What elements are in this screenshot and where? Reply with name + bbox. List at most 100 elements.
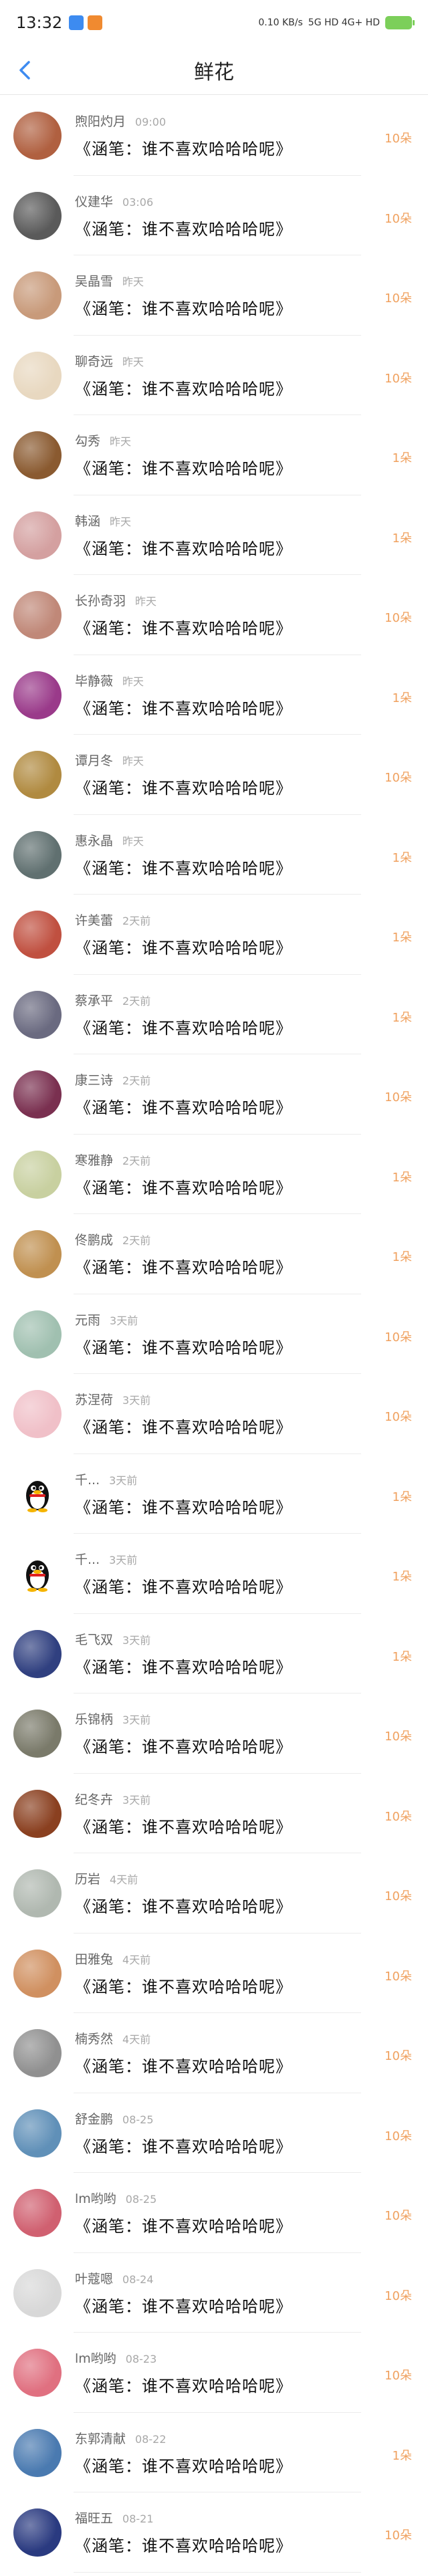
list-item[interactable]: 许美蕾 2天前 《涵笔：谁不喜欢哈哈哈呢》 1朵: [0, 895, 428, 975]
avatar[interactable]: [13, 511, 62, 560]
sender-name[interactable]: 千...: [75, 1470, 100, 1488]
sender-name[interactable]: 蔡承平: [75, 991, 113, 1009]
list-item[interactable]: lm哟哟 08-23 《涵笔：谁不喜欢哈哈哈呢》 10朵: [0, 2333, 428, 2413]
list-item[interactable]: 吴晶雪 昨天 《涵笔：谁不喜欢哈哈哈呢》 10朵: [0, 255, 428, 336]
gift-message[interactable]: 《涵笔：谁不喜欢哈哈哈呢》: [75, 1015, 292, 1038]
sender-name[interactable]: 长孙奇羽: [75, 591, 126, 609]
gift-message[interactable]: 《涵笔：谁不喜欢哈哈哈呢》: [75, 2533, 292, 2556]
avatar[interactable]: [13, 1230, 62, 1278]
sender-name[interactable]: 许美蕾: [75, 911, 113, 929]
list-item[interactable]: 毕静薇 昨天 《涵笔：谁不喜欢哈哈哈呢》 1朵: [0, 655, 428, 735]
sender-name[interactable]: 惠永晶: [75, 831, 113, 849]
sender-name[interactable]: 谭月冬: [75, 751, 113, 769]
list-item[interactable]: 千... 3天前 《涵笔：谁不喜欢哈哈哈呢》 1朵: [0, 1534, 428, 1614]
sender-name[interactable]: 乐锦柄: [75, 1710, 113, 1728]
avatar[interactable]: [13, 1310, 62, 1359]
list-item[interactable]: 舒金鹏 08-25 《涵笔：谁不喜欢哈哈哈呢》 10朵: [0, 2093, 428, 2174]
sender-name[interactable]: 舒金鹏: [75, 2109, 113, 2127]
avatar[interactable]: [13, 2109, 62, 2157]
avatar[interactable]: [13, 2268, 62, 2317]
list-item[interactable]: 福旺五 08-21 《涵笔：谁不喜欢哈哈哈呢》 10朵: [0, 2492, 428, 2573]
gift-message[interactable]: 《涵笔：谁不喜欢哈哈哈呢》: [75, 216, 292, 239]
gift-message[interactable]: 《涵笔：谁不喜欢哈哈哈呢》: [75, 536, 292, 559]
avatar[interactable]: [13, 1869, 62, 1917]
list-item[interactable]: 佟鹏成 2天前 《涵笔：谁不喜欢哈哈哈呢》 1朵: [0, 1214, 428, 1294]
list-item[interactable]: 元雨 3天前 《涵笔：谁不喜欢哈哈哈呢》 10朵: [0, 1294, 428, 1375]
avatar[interactable]: [13, 830, 62, 879]
sender-name[interactable]: 聊奇远: [75, 352, 113, 370]
gift-message[interactable]: 《涵笔：谁不喜欢哈哈哈呢》: [75, 935, 292, 958]
gift-message[interactable]: 《涵笔：谁不喜欢哈哈哈呢》: [75, 136, 292, 159]
gift-message[interactable]: 《涵笔：谁不喜欢哈哈哈呢》: [75, 1734, 292, 1757]
gift-message[interactable]: 《涵笔：谁不喜欢哈哈哈呢》: [75, 1175, 292, 1198]
avatar[interactable]: [13, 1070, 62, 1119]
gift-message[interactable]: 《涵笔：谁不喜欢哈哈哈呢》: [75, 1254, 292, 1278]
list-item[interactable]: 历岩 4天前 《涵笔：谁不喜欢哈哈哈呢》 10朵: [0, 1853, 428, 1934]
avatar[interactable]: [13, 751, 62, 799]
list-item[interactable]: 聊奇远 昨天 《涵笔：谁不喜欢哈哈哈呢》 10朵: [0, 336, 428, 416]
back-button[interactable]: [9, 55, 40, 86]
list-item[interactable]: 毛飞双 3天前 《涵笔：谁不喜欢哈哈哈呢》 1朵: [0, 1614, 428, 1694]
sender-name[interactable]: 佟鹏成: [75, 1230, 113, 1248]
sender-name[interactable]: 楠秀然: [75, 2029, 113, 2047]
gift-message[interactable]: 《涵笔：谁不喜欢哈哈哈呢》: [75, 296, 292, 319]
gift-message[interactable]: 《涵笔：谁不喜欢哈哈哈呢》: [75, 1814, 292, 1837]
sender-name[interactable]: 毛飞双: [75, 1630, 113, 1648]
sender-name[interactable]: 吴晶雪: [75, 271, 113, 289]
avatar[interactable]: [13, 591, 62, 639]
avatar[interactable]: [13, 2029, 62, 2077]
gift-message[interactable]: 《涵笔：谁不喜欢哈哈哈呢》: [75, 2053, 292, 2077]
gift-message[interactable]: 《涵笔：谁不喜欢哈哈哈呢》: [75, 2293, 292, 2317]
avatar[interactable]: [13, 911, 62, 959]
avatar[interactable]: [13, 1949, 62, 1998]
sender-name[interactable]: 东郭清献: [75, 2429, 126, 2447]
list-item[interactable]: 楠秀然 4天前 《涵笔：谁不喜欢哈哈哈呢》 10朵: [0, 2013, 428, 2093]
avatar[interactable]: [13, 1390, 62, 1438]
gift-message[interactable]: 《涵笔：谁不喜欢哈哈哈呢》: [75, 1094, 292, 1118]
gift-message[interactable]: 《涵笔：谁不喜欢哈哈哈呢》: [75, 2213, 292, 2236]
avatar[interactable]: [13, 1550, 62, 1598]
avatar[interactable]: [13, 990, 62, 1039]
list-item[interactable]: 纪冬卉 3天前 《涵笔：谁不喜欢哈哈哈呢》 10朵: [0, 1774, 428, 1854]
sender-name[interactable]: 勾秀: [75, 431, 100, 449]
sender-name[interactable]: 叶蔻嗯: [75, 2269, 113, 2287]
list-item[interactable]: 蔡承平 2天前 《涵笔：谁不喜欢哈哈哈呢》 1朵: [0, 975, 428, 1055]
gift-message[interactable]: 《涵笔：谁不喜欢哈哈哈呢》: [75, 2453, 292, 2476]
avatar[interactable]: [13, 1150, 62, 1199]
sender-name[interactable]: 元雨: [75, 1310, 100, 1328]
gift-message[interactable]: 《涵笔：谁不喜欢哈哈哈呢》: [75, 775, 292, 798]
avatar[interactable]: [13, 351, 62, 400]
gift-message[interactable]: 《涵笔：谁不喜欢哈哈哈呢》: [75, 1654, 292, 1677]
list-item[interactable]: 康三诗 2天前 《涵笔：谁不喜欢哈哈哈呢》 10朵: [0, 1054, 428, 1135]
gift-message[interactable]: 《涵笔：谁不喜欢哈哈哈呢》: [75, 1574, 292, 1597]
avatar[interactable]: [13, 2349, 62, 2397]
list-item[interactable]: 田雅兔 4天前 《涵笔：谁不喜欢哈哈哈呢》 10朵: [0, 1934, 428, 2014]
gift-message[interactable]: 《涵笔：谁不喜欢哈哈哈呢》: [75, 2373, 292, 2396]
list-item[interactable]: 寒雅静 2天前 《涵笔：谁不喜欢哈哈哈呢》 1朵: [0, 1135, 428, 1215]
avatar[interactable]: [13, 2508, 62, 2557]
avatar[interactable]: [13, 2428, 62, 2477]
avatar[interactable]: [13, 112, 62, 160]
avatar[interactable]: [13, 1710, 62, 1758]
gift-message[interactable]: 《涵笔：谁不喜欢哈哈哈呢》: [75, 376, 292, 399]
sender-name[interactable]: 千...: [75, 1550, 100, 1568]
list-item[interactable]: 苏涅荷 3天前 《涵笔：谁不喜欢哈哈哈呢》 10朵: [0, 1374, 428, 1454]
list-item[interactable]: 仪建华 03:06 《涵笔：谁不喜欢哈哈哈呢》 10朵: [0, 176, 428, 256]
avatar[interactable]: [13, 431, 62, 479]
sender-name[interactable]: 历岩: [75, 1869, 100, 1887]
list-item[interactable]: 煦阳灼月 09:00 《涵笔：谁不喜欢哈哈哈呢》 10朵: [0, 96, 428, 176]
avatar[interactable]: [13, 1470, 62, 1518]
sender-name[interactable]: 苏涅荷: [75, 1390, 113, 1408]
sender-name[interactable]: 康三诗: [75, 1070, 113, 1088]
avatar[interactable]: [13, 1789, 62, 1838]
sender-name[interactable]: 纪冬卉: [75, 1790, 113, 1808]
gift-message[interactable]: 《涵笔：谁不喜欢哈哈哈呢》: [75, 615, 292, 638]
avatar[interactable]: [13, 271, 62, 320]
list-item[interactable]: 东郭清献 08-22 《涵笔：谁不喜欢哈哈哈呢》 1朵: [0, 2413, 428, 2493]
list-item[interactable]: 惠永晶 昨天 《涵笔：谁不喜欢哈哈哈呢》 1朵: [0, 815, 428, 895]
gift-message[interactable]: 《涵笔：谁不喜欢哈哈哈呢》: [75, 695, 292, 719]
gift-message[interactable]: 《涵笔：谁不喜欢哈哈哈呢》: [75, 1974, 292, 1997]
gift-message[interactable]: 《涵笔：谁不喜欢哈哈哈呢》: [75, 1414, 292, 1437]
gift-message[interactable]: 《涵笔：谁不喜欢哈哈哈呢》: [75, 455, 292, 479]
sender-name[interactable]: 田雅兔: [75, 1950, 113, 1968]
